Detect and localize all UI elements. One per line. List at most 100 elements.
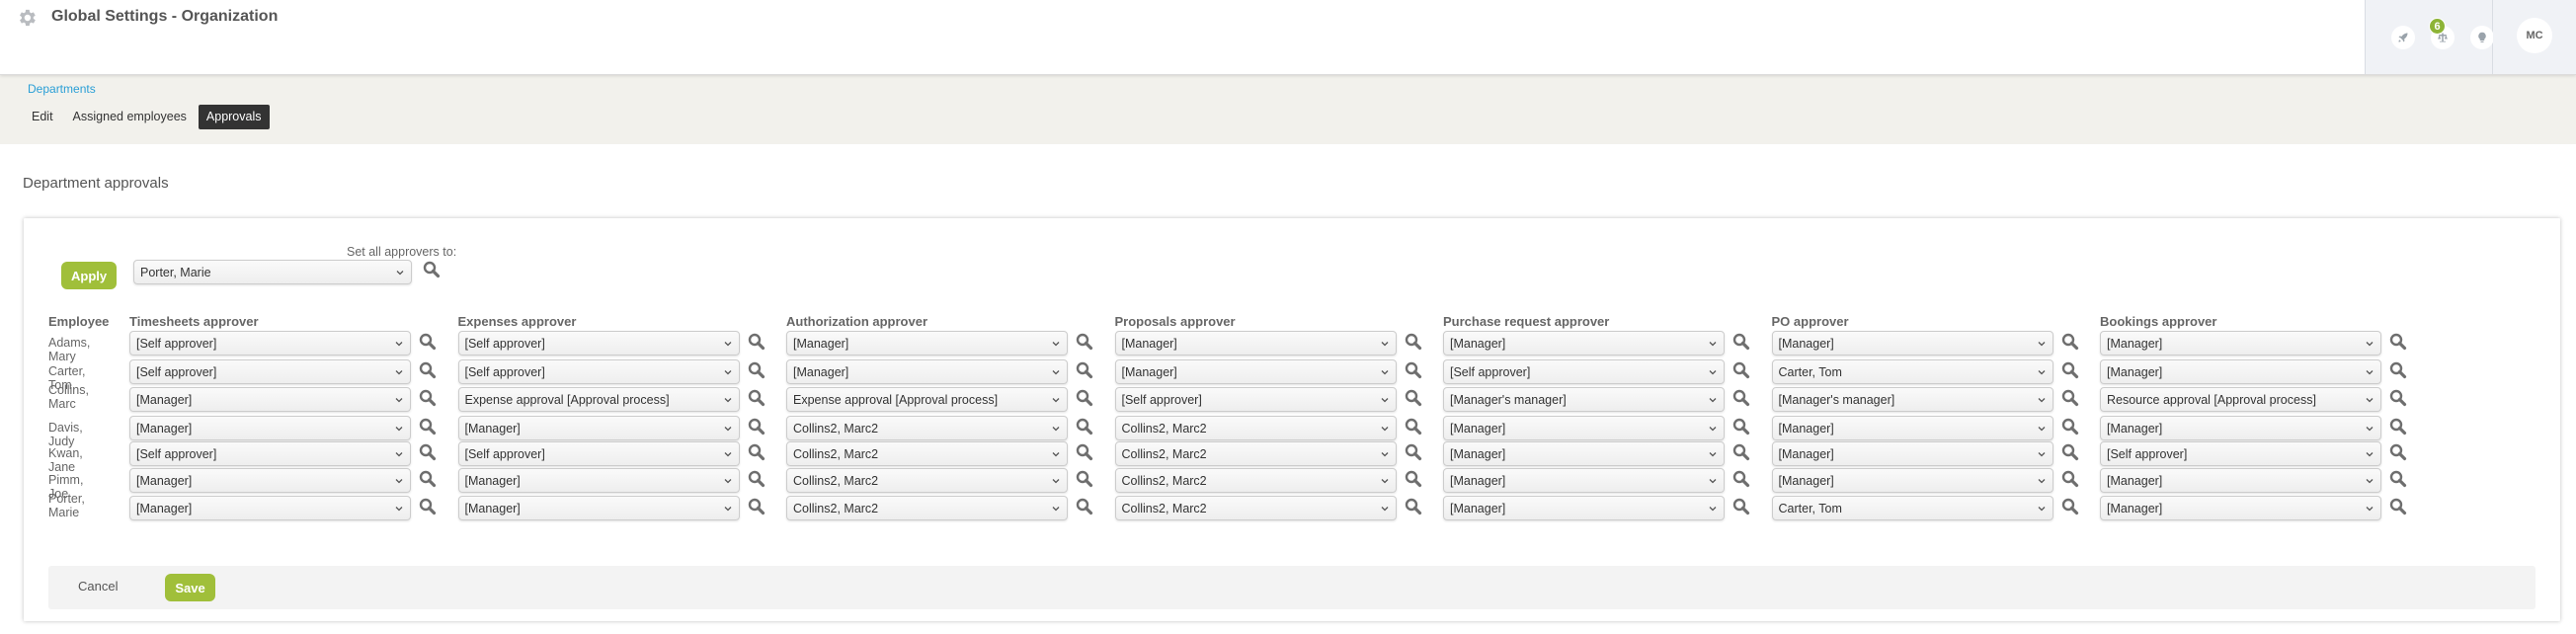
approver-select[interactable]: [Manager] [1443,416,1725,440]
approver-select[interactable]: [Manager] [1114,359,1397,384]
search-button[interactable] [1075,332,1094,357]
approver-select[interactable]: [Manager] [129,416,411,440]
search-button[interactable] [747,360,766,385]
set-all-approver-select[interactable]: Porter, Marie [133,260,412,284]
rocket-button[interactable] [2391,26,2415,49]
search-button[interactable] [418,469,438,494]
search-button[interactable] [2388,442,2408,467]
approver-select[interactable]: [Manager's manager] [1443,387,1725,412]
approver-select[interactable]: [Manager] [1443,468,1725,493]
search-button[interactable] [2060,360,2080,385]
search-button[interactable] [1075,442,1094,467]
approver-select[interactable]: Collins2, Marc2 [786,468,1068,493]
search-button[interactable] [2060,442,2080,467]
approver-select[interactable]: [Self approver] [1114,387,1397,412]
approver-select[interactable]: [Manager] [457,496,740,520]
search-button[interactable] [418,442,438,467]
search-icon[interactable] [422,260,442,279]
approver-select[interactable]: [Self approver] [1443,359,1725,384]
search-button[interactable] [1075,417,1094,441]
approver-select[interactable]: Collins2, Marc2 [786,441,1068,466]
approver-select[interactable]: [Manager] [129,496,411,520]
approver-select[interactable]: [Self approver] [457,359,740,384]
search-button[interactable] [1731,332,1751,357]
tab-assigned-employees[interactable]: Assigned employees [65,105,195,129]
approver-select[interactable]: [Manager] [786,359,1068,384]
approver-select[interactable]: Resource approval [Approval process] [2100,387,2381,412]
cancel-button[interactable]: Cancel [78,579,118,594]
search-button[interactable] [1404,417,1423,441]
search-button[interactable] [2060,332,2080,357]
tab-approvals[interactable]: Approvals [198,105,270,129]
approver-select[interactable]: [Manager] [1771,441,2053,466]
approver-select[interactable]: Collins2, Marc2 [1114,468,1397,493]
approver-select[interactable]: [Self approver] [129,441,411,466]
search-button[interactable] [2388,388,2408,413]
search-button[interactable] [2388,417,2408,441]
search-button[interactable] [747,442,766,467]
tab-edit[interactable]: Edit [24,105,61,129]
search-button[interactable] [1404,332,1423,357]
approver-select[interactable]: [Manager] [1771,468,2053,493]
approver-select[interactable]: [Self approver] [129,359,411,384]
search-button[interactable] [1404,442,1423,467]
approver-select[interactable]: Expense approval [Approval process] [786,387,1068,412]
approver-select[interactable]: [Manager] [457,416,740,440]
approver-select[interactable]: [Manager] [129,387,411,412]
approver-select[interactable]: Carter, Tom [1771,359,2053,384]
search-button[interactable] [747,332,766,357]
approver-select[interactable]: Collins2, Marc2 [1114,416,1397,440]
search-button[interactable] [418,417,438,441]
approver-select[interactable]: [Self approver] [457,441,740,466]
approver-select[interactable]: [Manager] [1443,496,1725,520]
search-button[interactable] [747,469,766,494]
approver-select[interactable]: [Manager] [1114,331,1397,356]
search-button[interactable] [2388,497,2408,521]
search-button[interactable] [2060,469,2080,494]
approver-select[interactable]: [Manager] [2100,468,2381,493]
search-button[interactable] [1404,469,1423,494]
search-button[interactable] [1075,497,1094,521]
apply-button[interactable]: Apply [61,262,117,289]
approver-select[interactable]: [Manager] [2100,359,2381,384]
search-button[interactable] [1731,442,1751,467]
search-button[interactable] [418,332,438,357]
search-button[interactable] [1404,360,1423,385]
search-button[interactable] [2060,388,2080,413]
approver-select[interactable]: Collins2, Marc2 [1114,496,1397,520]
approver-select[interactable]: [Manager] [1771,416,2053,440]
search-button[interactable] [418,497,438,521]
save-button[interactable]: Save [165,574,215,601]
search-button[interactable] [1731,497,1751,521]
search-button[interactable] [1731,469,1751,494]
search-button[interactable] [1731,360,1751,385]
approver-select[interactable]: [Manager] [1443,441,1725,466]
search-button[interactable] [418,388,438,413]
search-button[interactable] [418,360,438,385]
approver-select[interactable]: [Manager] [129,468,411,493]
approver-select[interactable]: [Self approver] [2100,441,2381,466]
approver-select[interactable]: Expense approval [Approval process] [457,387,740,412]
approver-select[interactable]: [Self approver] [457,331,740,356]
search-button[interactable] [747,417,766,441]
search-button[interactable] [747,388,766,413]
search-button[interactable] [747,497,766,521]
avatar[interactable]: MC [2517,18,2552,53]
ideas-button[interactable] [2470,26,2494,49]
breadcrumb-departments[interactable]: Departments [28,82,96,96]
approver-select[interactable]: Collins2, Marc2 [786,416,1068,440]
approver-select[interactable]: [Manager's manager] [1771,387,2053,412]
approver-select[interactable]: [Manager] [2100,496,2381,520]
approver-select[interactable]: [Manager] [457,468,740,493]
approver-select[interactable]: Carter, Tom [1771,496,2053,520]
approver-select[interactable]: [Self approver] [129,331,411,356]
search-button[interactable] [2388,469,2408,494]
approver-select[interactable]: [Manager] [1443,331,1725,356]
approver-select[interactable]: Collins2, Marc2 [1114,441,1397,466]
search-button[interactable] [2388,332,2408,357]
approver-select[interactable]: Collins2, Marc2 [786,496,1068,520]
search-button[interactable] [1075,360,1094,385]
approver-select[interactable]: [Manager] [786,331,1068,356]
search-button[interactable] [1731,417,1751,441]
search-button[interactable] [1075,469,1094,494]
